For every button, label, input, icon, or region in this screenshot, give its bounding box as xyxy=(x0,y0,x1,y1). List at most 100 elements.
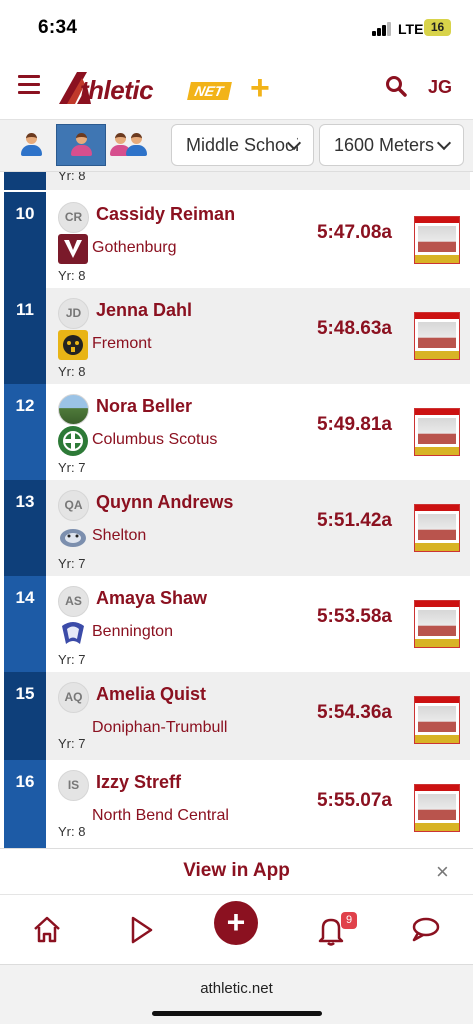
user-account-button[interactable]: JG xyxy=(428,77,452,98)
event-select[interactable]: 1600 Meters xyxy=(319,124,464,166)
row-content: Yr: 8 xyxy=(46,172,470,190)
team-logo-icon xyxy=(58,234,88,264)
play-icon[interactable] xyxy=(124,913,158,947)
results-list[interactable]: Yr: 8 10 CR Cassidy Reiman Gothenburg Yr… xyxy=(0,172,473,848)
result-mark[interactable]: 5:54.36a xyxy=(317,702,392,724)
athlete-name[interactable]: Quynn Andrews xyxy=(96,492,233,513)
boy-icon xyxy=(125,133,147,157)
result-mark[interactable]: 5:49.81a xyxy=(317,414,392,436)
status-time: 6:34 xyxy=(38,17,78,38)
team-name[interactable]: Columbus Scotus xyxy=(92,431,217,449)
team-name[interactable]: Doniphan-Trumbull xyxy=(92,719,227,737)
messages-icon[interactable] xyxy=(408,913,442,947)
row-content: Nora Beller Columbus Scotus Yr: 7 5:49.8… xyxy=(46,384,470,480)
athlete-year: Yr: 7 xyxy=(58,556,86,571)
team-logo-icon xyxy=(58,522,88,552)
view-in-app-banner: View in App × xyxy=(0,848,473,894)
team-name[interactable]: Gothenburg xyxy=(92,239,177,257)
avatar xyxy=(58,394,89,425)
team-logo-icon xyxy=(58,618,88,648)
notification-badge: 9 xyxy=(341,912,357,929)
bottom-nav: + 9 xyxy=(0,894,473,964)
row-content: AS Amaya Shaw Bennington Yr: 7 5:53.58a xyxy=(46,576,470,672)
rank-cell: 12 xyxy=(4,384,46,480)
search-icon[interactable] xyxy=(385,75,407,97)
athlete-year: Yr: 7 xyxy=(58,736,86,751)
athleticnet-logo[interactable]: thletic NET + xyxy=(55,66,280,110)
meet-thumbnail[interactable] xyxy=(414,600,460,648)
athlete-year: Yr: 8 xyxy=(58,172,86,183)
avatar: CR xyxy=(58,202,89,233)
team-name[interactable]: Bennington xyxy=(92,623,173,641)
table-row[interactable]: 12 Nora Beller Columbus Scotus Yr: 7 5:4… xyxy=(4,384,470,480)
avatar: IS xyxy=(58,770,89,801)
close-icon[interactable]: × xyxy=(436,859,449,885)
avatar: AS xyxy=(58,586,89,617)
logo-plus: + xyxy=(250,69,270,107)
add-button[interactable]: + xyxy=(214,901,258,945)
table-row[interactable]: Yr: 8 xyxy=(4,172,470,190)
result-mark[interactable]: 5:47.08a xyxy=(317,222,392,244)
meet-thumbnail[interactable] xyxy=(414,408,460,456)
menu-icon[interactable] xyxy=(18,75,40,94)
meet-thumbnail[interactable] xyxy=(414,312,460,360)
athlete-name[interactable]: Amaya Shaw xyxy=(96,588,207,609)
status-bar: 6:34 LTE 16 xyxy=(0,0,473,58)
browser-url-bar[interactable]: athletic.net xyxy=(0,964,473,1024)
row-content: IS Izzy Streff North Bend Central Yr: 8 … xyxy=(46,760,470,848)
girls-filter-button[interactable] xyxy=(56,124,106,166)
boys-filter-button[interactable] xyxy=(6,124,56,166)
meet-thumbnail[interactable] xyxy=(414,216,460,264)
team-name[interactable]: Shelton xyxy=(92,527,146,545)
athlete-name[interactable]: Amelia Quist xyxy=(96,684,206,705)
logo-text: thletic xyxy=(80,75,154,105)
result-mark[interactable]: 5:48.63a xyxy=(317,318,392,340)
rank-cell: 15 xyxy=(4,672,46,760)
meet-thumbnail[interactable] xyxy=(414,504,460,552)
avatar: JD xyxy=(58,298,89,329)
event-select-value: 1600 Meters xyxy=(334,135,435,155)
chevron-down-icon xyxy=(436,135,452,151)
both-genders-filter-button[interactable] xyxy=(110,124,160,166)
team-name[interactable]: North Bend Central xyxy=(92,807,229,825)
result-mark[interactable]: 5:53.58a xyxy=(317,606,392,628)
table-row[interactable]: 14 AS Amaya Shaw Bennington Yr: 7 5:53.5… xyxy=(4,576,470,672)
rank-cell: 14 xyxy=(4,576,46,672)
table-row[interactable]: 15 AQ Amelia Quist Doniphan-Trumbull Yr:… xyxy=(4,672,470,760)
rank-cell xyxy=(4,172,46,190)
athlete-name[interactable]: Cassidy Reiman xyxy=(96,204,235,225)
team-name[interactable]: Fremont xyxy=(92,335,152,353)
rank-cell: 13 xyxy=(4,480,46,576)
table-row[interactable]: 13 QA Quynn Andrews Shelton Yr: 7 5:51.4… xyxy=(4,480,470,576)
level-select[interactable]: Middle School xyxy=(171,124,314,166)
athlete-year: Yr: 8 xyxy=(58,824,86,839)
athlete-name[interactable]: Izzy Streff xyxy=(96,772,181,793)
home-indicator[interactable] xyxy=(152,1011,322,1016)
athlete-name[interactable]: Nora Beller xyxy=(96,396,192,417)
table-row[interactable]: 10 CR Cassidy Reiman Gothenburg Yr: 8 5:… xyxy=(4,192,470,288)
home-icon[interactable] xyxy=(30,913,64,947)
logo-net: NET xyxy=(187,82,232,100)
row-content: JD Jenna Dahl Fremont Yr: 8 5:48.63a xyxy=(46,288,470,384)
meet-thumbnail[interactable] xyxy=(414,784,460,832)
boy-icon xyxy=(20,133,42,157)
url-text[interactable]: athletic.net xyxy=(0,980,473,997)
table-row[interactable]: 16 IS Izzy Streff North Bend Central Yr:… xyxy=(4,760,470,848)
rank-cell: 10 xyxy=(4,192,46,288)
table-row[interactable]: 11 JD Jenna Dahl Fremont Yr: 8 5:48.63a xyxy=(4,288,470,384)
athlete-year: Yr: 8 xyxy=(58,268,86,283)
network-label: LTE xyxy=(398,21,424,37)
row-content: QA Quynn Andrews Shelton Yr: 7 5:51.42a xyxy=(46,480,470,576)
athlete-name[interactable]: Jenna Dahl xyxy=(96,300,192,321)
meet-thumbnail[interactable] xyxy=(414,696,460,744)
girl-icon xyxy=(70,133,92,157)
athlete-year: Yr: 8 xyxy=(58,364,86,379)
rank-cell: 11 xyxy=(4,288,46,384)
signal-icon xyxy=(372,22,394,36)
avatar: QA xyxy=(58,490,89,521)
view-in-app-link[interactable]: View in App xyxy=(0,860,473,882)
team-logo-icon xyxy=(58,426,88,456)
result-mark[interactable]: 5:55.07a xyxy=(317,790,392,812)
result-mark[interactable]: 5:51.42a xyxy=(317,510,392,532)
battery-icon: 16 xyxy=(424,19,451,36)
